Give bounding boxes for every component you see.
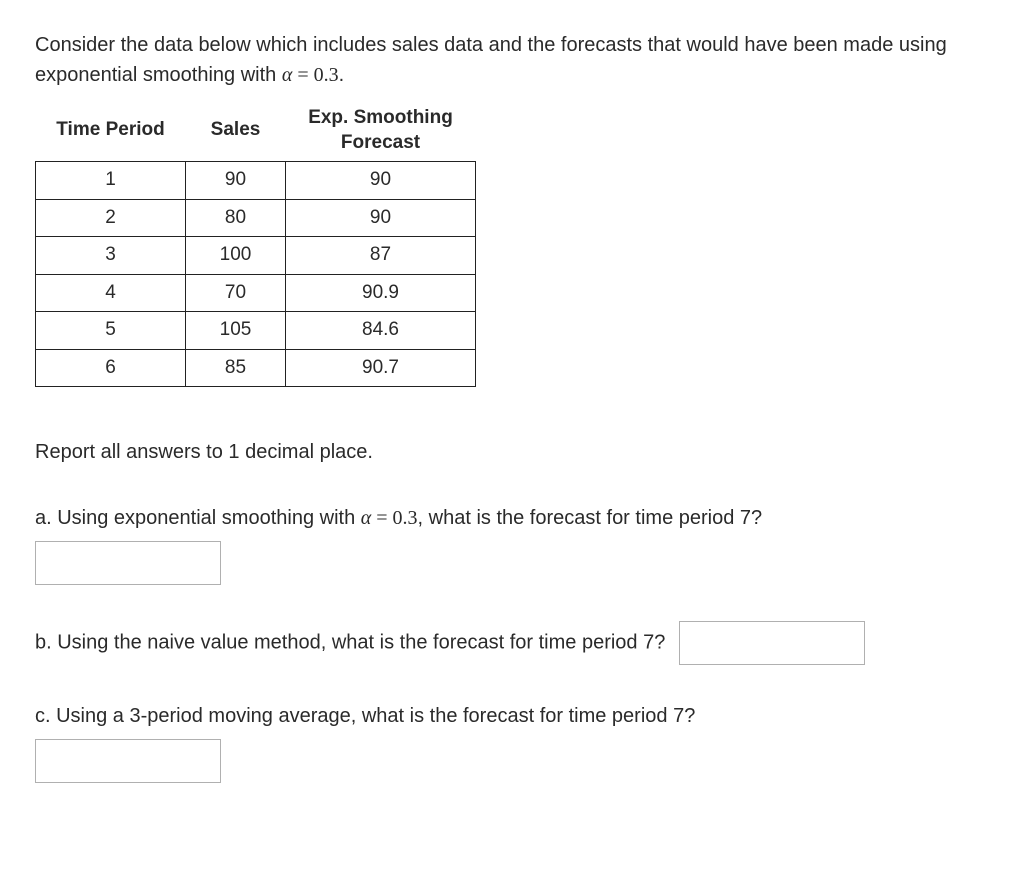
intro-text-before: Consider the data below which includes s… <box>35 34 947 86</box>
question-a-after: , what is the forecast for time period 7… <box>418 507 763 529</box>
data-table: Time Period Sales Exp. Smoothing Forecas… <box>35 100 476 387</box>
table-row: 510584.6 <box>36 312 476 350</box>
cell-sales: 105 <box>186 312 286 350</box>
intro-alpha-expr: α = 0.3 <box>282 64 339 86</box>
question-b: b. Using the naive value method, what is… <box>35 621 989 665</box>
cell-sales: 70 <box>186 274 286 312</box>
cell-period: 5 <box>36 312 186 350</box>
cell-forecast: 90.7 <box>286 349 476 387</box>
cell-sales: 80 <box>186 199 286 237</box>
table-row: 28090 <box>36 199 476 237</box>
data-table-body: 190902809031008747090.9510584.668590.7 <box>36 162 476 387</box>
question-b-text: b. Using the naive value method, what is… <box>35 632 665 654</box>
table-row: 47090.9 <box>36 274 476 312</box>
question-c: c. Using a 3-period moving average, what… <box>35 701 989 783</box>
intro-text-after: . <box>339 64 345 86</box>
cell-period: 3 <box>36 237 186 275</box>
header-forecast: Exp. Smoothing Forecast <box>286 100 476 162</box>
question-a-before: a. Using exponential smoothing with <box>35 507 361 529</box>
cell-forecast: 90 <box>286 199 476 237</box>
cell-period: 2 <box>36 199 186 237</box>
instruction-text: Report all answers to 1 decimal place. <box>35 437 989 467</box>
cell-period: 4 <box>36 274 186 312</box>
answer-input-c[interactable] <box>35 739 221 783</box>
cell-period: 6 <box>36 349 186 387</box>
cell-forecast: 90.9 <box>286 274 476 312</box>
question-a: a. Using exponential smoothing with α = … <box>35 503 989 585</box>
cell-forecast: 84.6 <box>286 312 476 350</box>
header-forecast-line1: Exp. Smoothing <box>308 107 453 128</box>
header-period: Time Period <box>36 100 186 162</box>
question-a-alpha: α = 0.3 <box>361 507 418 529</box>
answer-input-a[interactable] <box>35 541 221 585</box>
cell-forecast: 90 <box>286 162 476 200</box>
intro-paragraph: Consider the data below which includes s… <box>35 30 989 90</box>
cell-sales: 85 <box>186 349 286 387</box>
cell-sales: 100 <box>186 237 286 275</box>
header-sales: Sales <box>186 100 286 162</box>
header-forecast-line2: Forecast <box>341 132 420 153</box>
cell-forecast: 87 <box>286 237 476 275</box>
answer-input-b[interactable] <box>679 621 865 665</box>
question-a-text: a. Using exponential smoothing with α = … <box>35 507 762 529</box>
table-row: 19090 <box>36 162 476 200</box>
table-row: 68590.7 <box>36 349 476 387</box>
question-c-text: c. Using a 3-period moving average, what… <box>35 705 695 727</box>
cell-sales: 90 <box>186 162 286 200</box>
cell-period: 1 <box>36 162 186 200</box>
table-row: 310087 <box>36 237 476 275</box>
